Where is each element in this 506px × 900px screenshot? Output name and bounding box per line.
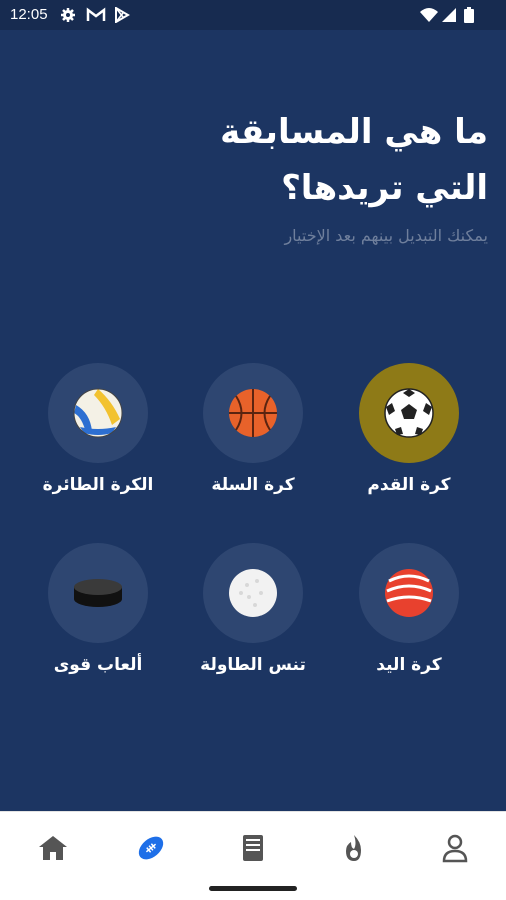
title-line-2: التي تريدها؟ (281, 168, 488, 208)
sport-option-volleyball[interactable]: الكرة الطائرة (23, 363, 173, 495)
wifi-icon (420, 7, 438, 27)
sport-circle[interactable] (48, 363, 148, 463)
fire-icon (346, 835, 361, 861)
table-tennis-ball-icon (229, 569, 277, 617)
soccer-ball-icon (384, 388, 434, 438)
sport-option-handball[interactable]: كرة اليد (334, 543, 484, 675)
status-time: 12:05 (10, 6, 48, 23)
puck-icon (74, 579, 122, 607)
sport-option-athletics[interactable]: ألعاب قوى (23, 543, 173, 675)
sport-label: كرة القدم (367, 475, 451, 495)
battery-icon (464, 7, 474, 27)
nav-book[interactable] (233, 832, 273, 864)
sport-option-basketball[interactable]: كرة السلة (178, 363, 328, 495)
signal-icon (441, 7, 457, 27)
home-gesture-pill[interactable] (209, 886, 297, 891)
nav-fire[interactable] (334, 832, 374, 864)
sport-circle[interactable] (359, 363, 459, 463)
play-store-icon (114, 6, 130, 27)
profile-icon (442, 834, 468, 863)
nav-profile[interactable] (435, 832, 475, 864)
bottom-nav (0, 811, 506, 882)
sport-label: ألعاب قوى (53, 655, 143, 675)
nav-football[interactable] (131, 832, 171, 864)
sport-label: كرة السلة (211, 475, 295, 495)
sport-label: كرة اليد (376, 655, 442, 675)
football-icon (138, 836, 164, 860)
status-bar: 12:05 (0, 0, 506, 30)
sport-circle[interactable] (203, 363, 303, 463)
handball-icon (385, 569, 433, 617)
volleyball-icon (73, 388, 123, 438)
home-icon (39, 836, 67, 860)
nav-home[interactable] (33, 832, 73, 864)
gear-icon (60, 7, 76, 27)
system-nav-bar (0, 881, 506, 900)
title-line-1: ما هي المسابقة (220, 112, 488, 152)
page-title: ما هي المسابقة التي تريدها؟ (28, 104, 488, 216)
sport-option-table-tennis[interactable]: تنس الطاولة (178, 543, 328, 675)
page-subtitle: يمكنك التبديل بينهم بعد الإختيار (284, 226, 488, 245)
sport-label: تنس الطاولة (200, 655, 306, 675)
sport-label: الكرة الطائرة (42, 475, 154, 495)
sport-circle[interactable] (359, 543, 459, 643)
book-icon (243, 835, 263, 861)
sport-circle[interactable] (48, 543, 148, 643)
sport-circle[interactable] (203, 543, 303, 643)
sport-option-football[interactable]: كرة القدم (334, 363, 484, 495)
basketball-icon (229, 389, 277, 437)
gmail-icon (86, 7, 106, 27)
